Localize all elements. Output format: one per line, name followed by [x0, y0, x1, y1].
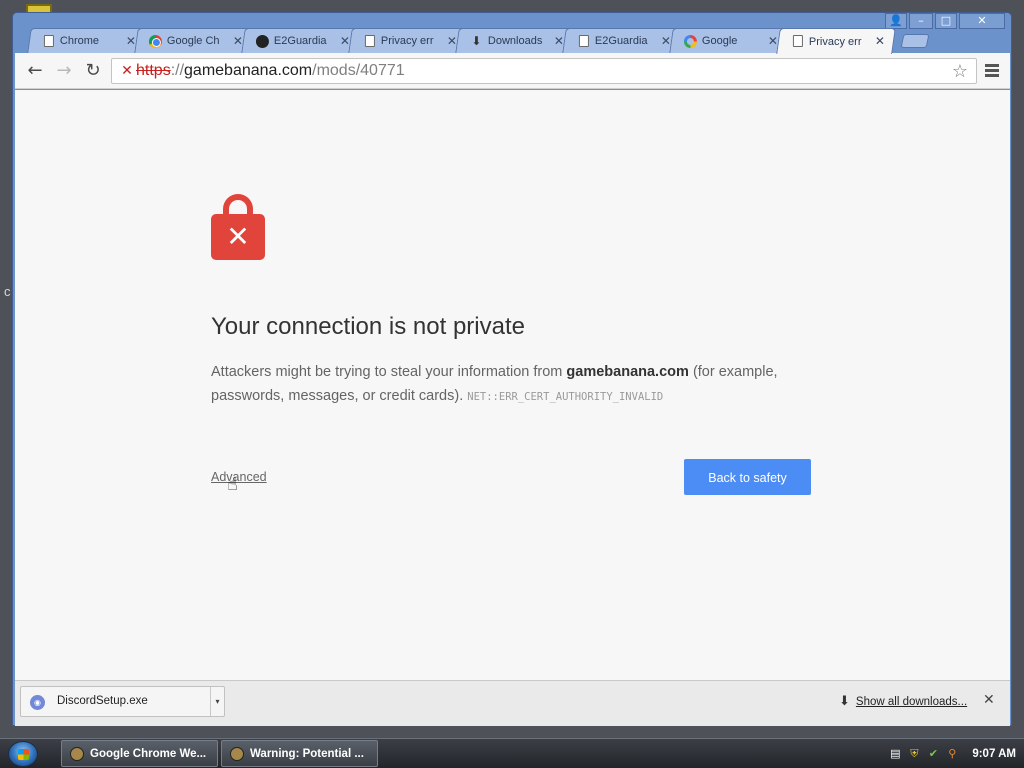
advanced-link[interactable]: Advanced [211, 470, 267, 484]
toolbar: ← → ↻ ✕ https :// gamebanana.com /mods/4… [15, 53, 1010, 89]
message-prefix: Attackers might be trying to steal your … [211, 364, 563, 380]
hamburger-menu-icon[interactable] [983, 62, 1001, 80]
url-separator: :// [170, 62, 185, 79]
tab-privacy-error-active[interactable]: Privacy err ✕ [776, 28, 896, 54]
minimize-button[interactable]: – [909, 13, 933, 29]
new-tab-button[interactable] [900, 34, 930, 48]
error-message: Attackers might be trying to steal your … [211, 360, 821, 409]
back-arrow-icon[interactable]: ← [23, 60, 47, 82]
browser-window: 👤 – □ ✕ Chrome ✕ Google Ch ✕ E2Guardia ✕ [12, 12, 1012, 726]
tab-title: Privacy err [380, 35, 434, 47]
network-icon[interactable]: ✔ [926, 747, 940, 761]
url-host: gamebanana.com [184, 62, 313, 79]
chrome-logo-icon [148, 34, 162, 48]
tab-title: E2Guardia [594, 35, 648, 47]
page-title: Your connection is not private [211, 313, 525, 340]
search-icon[interactable]: ⚲ [945, 747, 959, 761]
interstitial-page: ✕ Your connection is not private Attacke… [15, 90, 1010, 680]
start-button[interactable] [8, 741, 38, 767]
tab-close-icon[interactable]: ✕ [875, 34, 885, 48]
github-icon [255, 34, 269, 48]
tab-strip: Chrome ✕ Google Ch ✕ E2Guardia ✕ Privacy… [27, 28, 989, 54]
taskbar-label: Warning: Potential ... [250, 747, 364, 760]
close-shelf-icon[interactable]: ✕ [983, 692, 995, 708]
document-icon [791, 35, 804, 48]
download-icon: ⬇ [839, 694, 850, 709]
show-all-downloads-link[interactable]: Show all downloads... [856, 696, 967, 708]
profile-button[interactable]: 👤 [885, 13, 907, 29]
document-icon [42, 34, 55, 48]
hand-cursor-icon: ☝ [227, 474, 238, 495]
back-to-safety-button[interactable]: Back to safety [684, 459, 811, 495]
google-icon [683, 34, 697, 48]
keyboard-icon[interactable]: ▤ [888, 747, 902, 761]
taskbar-label: Google Chrome We... [90, 747, 207, 760]
download-filename: DiscordSetup.exe [57, 695, 148, 707]
url-path: /mods/40771 [312, 62, 405, 79]
error-code: NET::ERR_CERT_AUTHORITY_INVALID [467, 391, 664, 403]
tab-e2guardian[interactable]: E2Guardia ✕ [562, 28, 682, 53]
shield-icon[interactable]: ⛨ [907, 747, 921, 761]
window-controls: 👤 – □ ✕ [885, 13, 1005, 29]
tab-chrome[interactable]: Chrome ✕ [27, 28, 147, 53]
broken-lock-icon: ✕ [211, 194, 265, 260]
download-icon: ⬇ [471, 33, 482, 48]
address-bar[interactable]: ✕ https :// gamebanana.com /mods/40771 ☆ [111, 58, 977, 84]
document-icon [363, 34, 376, 48]
reload-icon[interactable]: ↻ [81, 60, 105, 82]
taskbar-button-warning[interactable]: Warning: Potential ... [221, 740, 378, 767]
bookmark-star-icon[interactable]: ☆ [952, 61, 968, 82]
tab-privacy-error-1[interactable]: Privacy err ✕ [348, 28, 468, 53]
tab-e2guardian-github[interactable]: E2Guardia ✕ [241, 28, 361, 53]
download-menu-chevron-icon[interactable]: ▾ [210, 687, 224, 716]
taskbar-button-chrome[interactable]: Google Chrome We... [61, 740, 218, 767]
tab-title: E2Guardia [273, 35, 327, 47]
tab-title: Google [701, 35, 738, 47]
tab-title: Google Ch [166, 35, 220, 47]
tab-title: Downloads [487, 35, 543, 47]
taskbar: Google Chrome We... Warning: Potential .… [0, 738, 1024, 768]
tab-google-chrome[interactable]: Google Ch ✕ [134, 28, 254, 53]
clock[interactable]: 9:07 AM [972, 748, 1016, 760]
download-item[interactable]: ◉ DiscordSetup.exe ▾ [20, 686, 225, 717]
tab-title: Chrome [59, 35, 100, 47]
tab-google[interactable]: Google ✕ [669, 28, 789, 53]
app-icon [230, 746, 244, 761]
download-shelf: ◉ DiscordSetup.exe ▾ ⬇ Show all download… [15, 680, 1010, 726]
forward-arrow-icon[interactable]: → [52, 60, 76, 82]
tab-title: Privacy err [808, 35, 862, 48]
show-all-downloads[interactable]: ⬇ Show all downloads... [839, 694, 967, 709]
url-scheme: https [136, 62, 171, 79]
discord-icon: ◉ [30, 695, 45, 710]
tab-downloads[interactable]: ⬇ Downloads ✕ [455, 28, 575, 53]
close-window-button[interactable]: ✕ [959, 13, 1005, 29]
document-icon [577, 34, 590, 48]
desktop-stray-text: c [4, 284, 11, 299]
message-host: gamebanana.com [566, 364, 689, 380]
app-icon [70, 746, 84, 761]
maximize-button[interactable]: □ [935, 13, 957, 29]
system-tray: ▤ ⛨ ✔ ⚲ 9:07 AM [888, 739, 1024, 768]
insecure-lock-icon[interactable]: ✕ [120, 63, 134, 79]
